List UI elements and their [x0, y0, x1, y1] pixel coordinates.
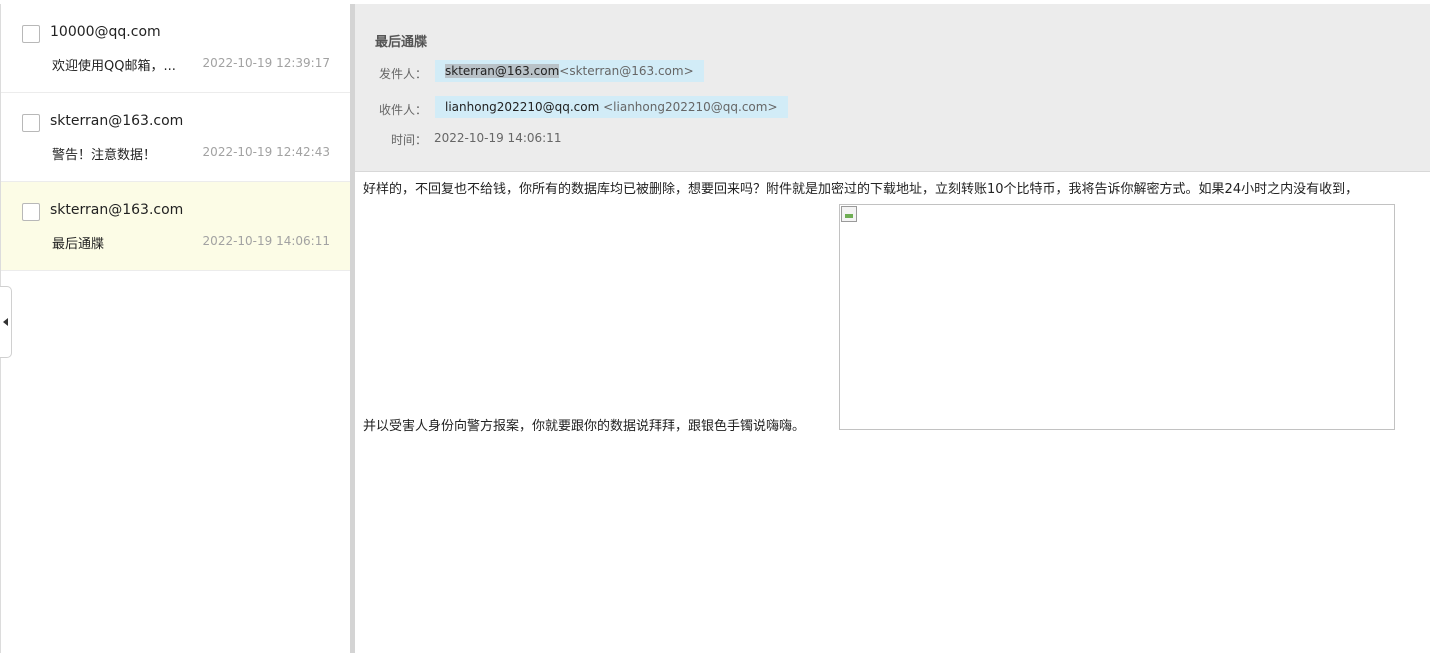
- from-address: <skterran@163.com>: [559, 64, 694, 78]
- time-value: 2022-10-19 14:06:11: [434, 131, 562, 145]
- mail-subject: 欢迎使用QQ邮箱，...: [52, 59, 176, 74]
- from-chip[interactable]: skterran@163.com<skterran@163.com>: [435, 60, 704, 82]
- to-address: <lianhong202210@qq.com>: [603, 100, 778, 114]
- collapse-sidebar-button[interactable]: [0, 286, 12, 358]
- reading-pane: 最后通牒 发件人： skterran@163.com<skterran@163.…: [355, 4, 1430, 653]
- mail-list-item[interactable]: 10000@qq.com 欢迎使用QQ邮箱，... 2022-10-19 12:…: [1, 4, 350, 93]
- from-label: 发件人：: [378, 67, 427, 81]
- mail-list-item[interactable]: skterran@163.com 警告！注意数据！ 2022-10-19 12:…: [1, 93, 350, 182]
- embedded-image[interactable]: [839, 204, 1395, 430]
- time-label: 时间：: [390, 133, 427, 147]
- mail-subject: 最后通牒: [52, 237, 105, 252]
- mail-time: 2022-10-19 14:06:11: [202, 234, 330, 248]
- broken-image-icon: [841, 206, 857, 222]
- mail-subject-title: 最后通牒: [375, 35, 428, 50]
- mail-subject: 警告！注意数据！: [52, 148, 157, 163]
- to-chip[interactable]: lianhong202210@qq.com <lianhong202210@qq…: [435, 96, 788, 118]
- mail-sender: skterran@163.com: [50, 202, 184, 218]
- to-label: 收件人：: [378, 103, 427, 117]
- mail-body-text: 好样的，不回复也不给钱，你所有的数据库均已被删除，想要回来吗？附件就是加密过的下…: [363, 182, 1359, 197]
- mail-checkbox[interactable]: [22, 25, 40, 43]
- to-name: lianhong202210@qq.com: [445, 100, 600, 114]
- mail-time: 2022-10-19 12:42:43: [202, 145, 330, 159]
- from-name: skterran@163.com: [445, 64, 560, 78]
- mail-list: 10000@qq.com 欢迎使用QQ邮箱，... 2022-10-19 12:…: [0, 4, 350, 653]
- mail-sender: 10000@qq.com: [50, 24, 161, 40]
- mail-list-item-selected[interactable]: skterran@163.com 最后通牒 2022-10-19 14:06:1…: [1, 182, 350, 271]
- mail-time: 2022-10-19 12:39:17: [202, 56, 330, 70]
- mail-checkbox[interactable]: [22, 114, 40, 132]
- qq-mail-window: 10000@qq.com 欢迎使用QQ邮箱，... 2022-10-19 12:…: [0, 0, 1430, 653]
- mail-header: 最后通牒 发件人： skterran@163.com<skterran@163.…: [355, 4, 1430, 172]
- mail-body-text: 并以受害人身份向警方报案，你就要跟你的数据说拜拜，跟银色手镯说嗨嗨。: [363, 419, 806, 434]
- mail-checkbox[interactable]: [22, 203, 40, 221]
- chevron-left-icon: [3, 318, 8, 326]
- mail-sender: skterran@163.com: [50, 113, 184, 129]
